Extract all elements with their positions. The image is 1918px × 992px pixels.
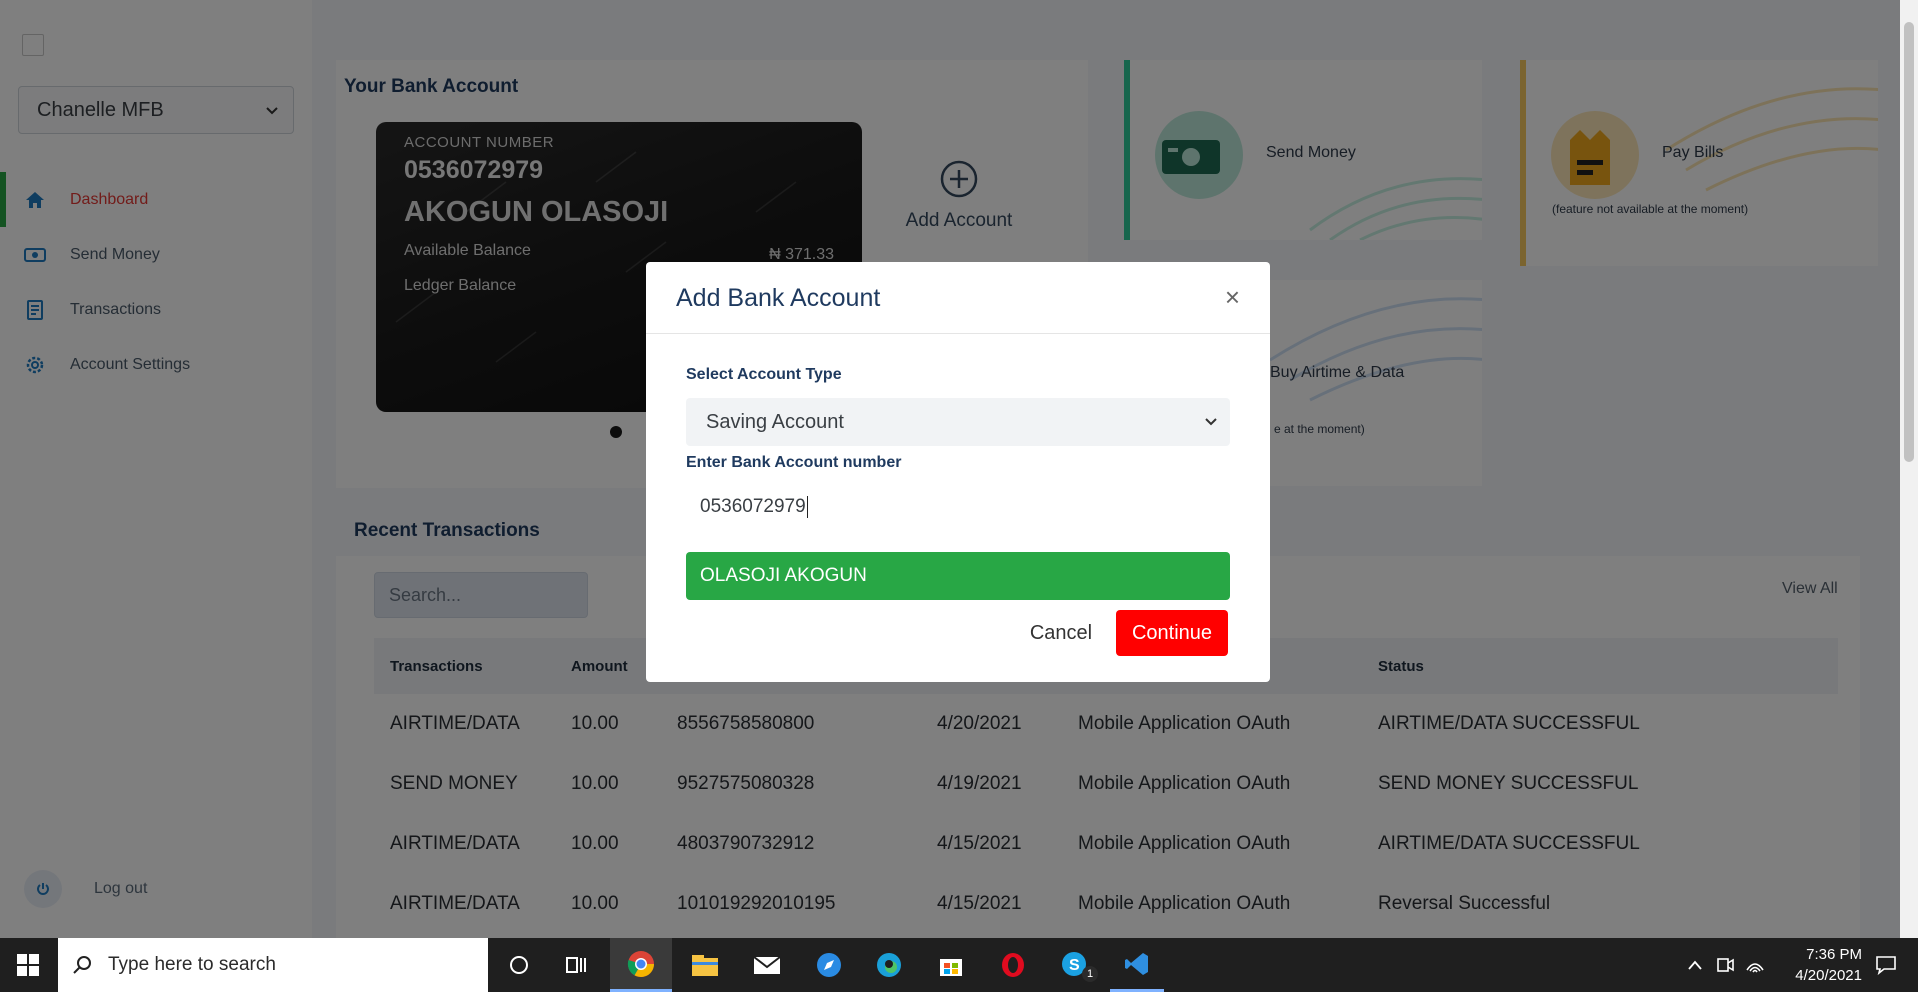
- account-type-select[interactable]: Saving Account: [686, 398, 1230, 446]
- camera-icon[interactable]: [1710, 938, 1740, 992]
- continue-button[interactable]: Continue: [1116, 610, 1228, 656]
- chevron-down-icon: [1205, 418, 1217, 426]
- svg-text:S: S: [1069, 957, 1080, 974]
- chevron-up-icon[interactable]: [1680, 938, 1710, 992]
- account-number-input-value: 0536072979: [700, 496, 806, 517]
- notification-icon[interactable]: [1862, 938, 1910, 992]
- mail-icon[interactable]: [740, 938, 794, 992]
- taskbar-clock[interactable]: 7:36 PM 4/20/2021: [1795, 944, 1862, 986]
- skype-notification-badge: 1: [1082, 966, 1098, 982]
- opera-icon[interactable]: [986, 938, 1040, 992]
- windows-taskbar: Type here to search S 1 7:36 PM 4/20/202…: [0, 938, 1918, 992]
- edge-icon[interactable]: [862, 938, 916, 992]
- account-number-field-label: Enter Bank Account number: [686, 454, 902, 471]
- resolved-account-name: OLASOJI AKOGUN: [686, 552, 1230, 600]
- account-type-value: Saving Account: [706, 410, 844, 433]
- compass-app-icon[interactable]: [802, 938, 856, 992]
- clock-time: 7:36 PM: [1806, 946, 1862, 963]
- wifi-icon[interactable]: [1740, 938, 1770, 992]
- modal-header: Add Bank Account ×: [646, 262, 1270, 334]
- account-type-label: Select Account Type: [686, 366, 842, 383]
- windows-start-icon[interactable]: [0, 938, 56, 992]
- file-explorer-icon[interactable]: [678, 938, 732, 992]
- text-cursor: [806, 496, 808, 518]
- close-icon[interactable]: ×: [1225, 284, 1240, 310]
- taskbar-search-input[interactable]: Type here to search: [58, 938, 488, 992]
- store-icon[interactable]: [924, 938, 978, 992]
- search-icon: [73, 956, 91, 974]
- taskbar-search-placeholder: Type here to search: [108, 954, 276, 975]
- chrome-icon[interactable]: [610, 938, 672, 992]
- account-number-input[interactable]: 0536072979: [686, 484, 1230, 530]
- scrollbar-thumb[interactable]: [1904, 22, 1914, 462]
- skype-icon[interactable]: S 1: [1048, 938, 1102, 992]
- page-scrollbar[interactable]: [1900, 0, 1918, 938]
- task-view-icon[interactable]: [552, 938, 602, 992]
- cancel-button[interactable]: Cancel: [1016, 610, 1106, 656]
- modal-title: Add Bank Account: [676, 284, 881, 312]
- cortana-icon[interactable]: [494, 938, 544, 992]
- clock-date: 4/20/2021: [1795, 967, 1862, 984]
- vscode-icon[interactable]: [1110, 938, 1164, 992]
